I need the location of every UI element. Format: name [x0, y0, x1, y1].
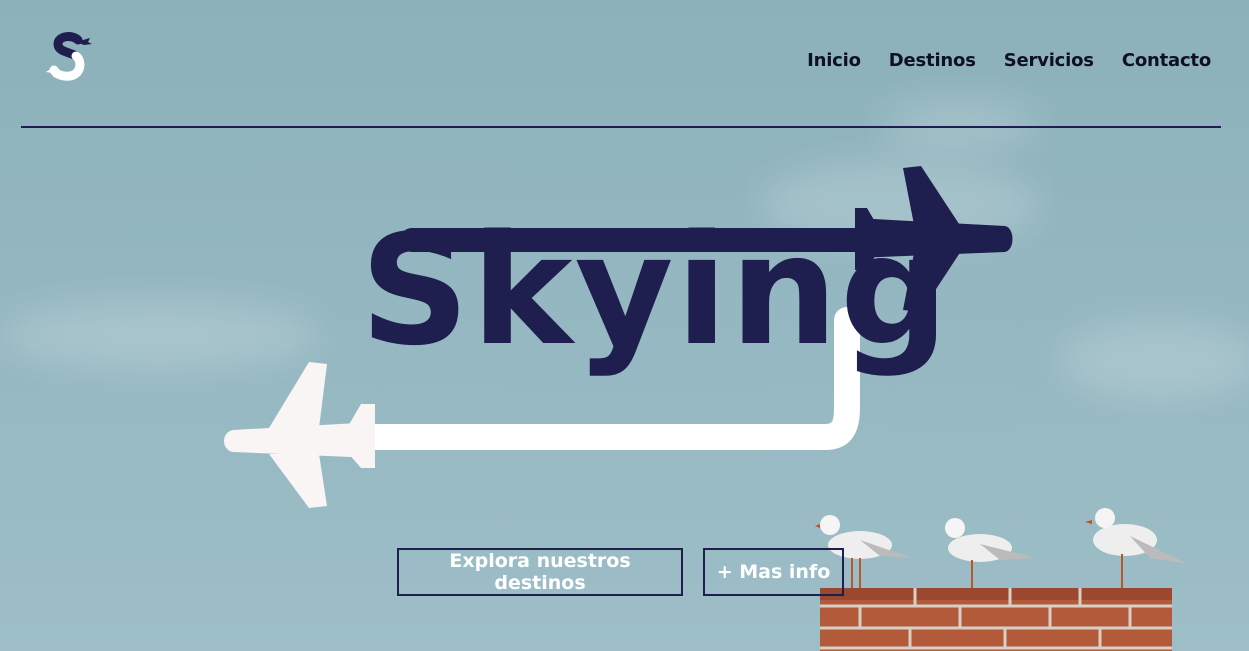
skying-logo-icon[interactable]: [44, 30, 96, 86]
brand-wordmark: Skying: [360, 202, 951, 379]
nav-item-contacto[interactable]: Contacto: [1122, 50, 1211, 71]
hero-section: Inicio Destinos Servicios Contacto Skyin…: [0, 0, 1249, 651]
more-info-button[interactable]: + Mas info: [703, 548, 844, 596]
nav-item-servicios[interactable]: Servicios: [1004, 50, 1094, 71]
cloud: [1060, 320, 1249, 400]
seagulls-image: [815, 508, 1188, 588]
nav-item-destinos[interactable]: Destinos: [889, 50, 976, 71]
explore-destinations-button[interactable]: Explora nuestros destinos: [397, 548, 683, 596]
header-divider: [21, 126, 1221, 128]
nav-item-inicio[interactable]: Inicio: [807, 50, 861, 71]
cloud: [880, 100, 1040, 150]
main-nav: Inicio Destinos Servicios Contacto: [807, 50, 1211, 71]
brick-chimney-image: [820, 588, 1172, 651]
